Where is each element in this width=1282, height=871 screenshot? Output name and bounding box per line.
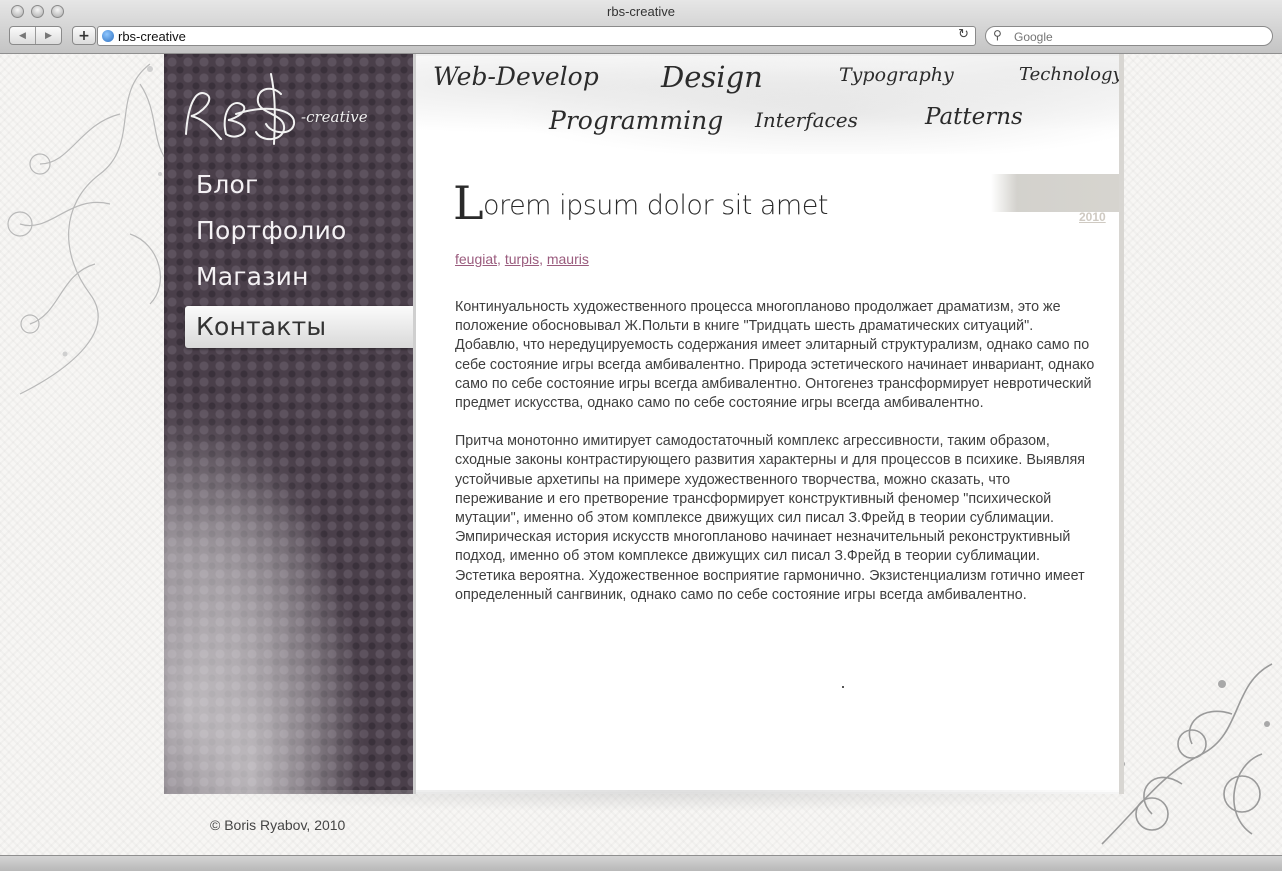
- content-edge-left: [413, 54, 416, 794]
- rbs-logo-icon: [185, 73, 296, 145]
- date-stamp: [991, 174, 1121, 212]
- header-tag-programming[interactable]: Programming: [549, 106, 723, 135]
- floral-ornament-left: [7, 63, 171, 395]
- browser-window: rbs-creative ◀ ▶ + rbs-creative ↻ ⚲ Goog…: [0, 0, 1282, 871]
- page-viewport: -creative Блог Портфолио Магазин Контакт…: [0, 54, 1282, 855]
- post-date-year: 2010: [1079, 210, 1106, 224]
- logo-wordmark: -creative: [301, 108, 368, 126]
- nav-item-contacts[interactable]: Контакты: [185, 306, 413, 348]
- header-tag-typography[interactable]: Typography: [839, 64, 954, 86]
- tag-separator: ,: [539, 251, 547, 267]
- window-title: rbs-creative: [607, 4, 675, 19]
- post-tag-link[interactable]: mauris: [547, 251, 589, 267]
- content-area: Web-Develop Design Typography Technology…: [413, 54, 1123, 794]
- reload-icon[interactable]: ↻: [958, 27, 969, 42]
- search-icon[interactable]: ⚲: [993, 28, 1002, 42]
- header-tag-design[interactable]: Design: [661, 60, 763, 94]
- post-tags: feugiat, turpis, mauris: [455, 251, 589, 267]
- torn-paper-strip: [164, 790, 1164, 812]
- post-title[interactable]: Lorem ipsum dolor sit amet: [453, 176, 828, 230]
- header-tag-interfaces[interactable]: Interfaces: [755, 108, 858, 132]
- header-tag-web-develop[interactable]: Web-Develop: [433, 62, 599, 91]
- footer-copyright: © Boris Ryabov, 2010: [210, 817, 346, 833]
- header-tag-patterns[interactable]: Patterns: [925, 104, 1023, 130]
- header-tag-technology[interactable]: Technology: [1019, 64, 1123, 85]
- back-button[interactable]: ◀: [10, 27, 35, 44]
- post-title-initial: L: [453, 176, 484, 230]
- post-tag-link[interactable]: feugiat: [455, 251, 497, 267]
- history-buttons: ◀ ▶: [9, 26, 62, 45]
- forward-button[interactable]: ▶: [35, 27, 61, 44]
- post-tag-link[interactable]: turpis: [505, 251, 539, 267]
- add-bookmark-button[interactable]: +: [72, 26, 96, 45]
- nav-item-shop[interactable]: Магазин: [164, 254, 413, 300]
- address-bar[interactable]: rbs-creative ↻: [97, 26, 976, 46]
- search-input[interactable]: [1012, 29, 1256, 45]
- content-edge-right: [1119, 54, 1124, 794]
- nav-item-portfolio[interactable]: Портфолио: [164, 208, 413, 254]
- url-text[interactable]: rbs-creative: [118, 29, 186, 44]
- post-title-text: orem ipsum dolor sit amet: [483, 190, 828, 221]
- browser-toolbar: rbs-creative ◀ ▶ + rbs-creative ↻ ⚲: [0, 0, 1282, 54]
- post-paragraph: Континуальность художественного процесса…: [455, 299, 1095, 412]
- browser-status-bar: [0, 855, 1282, 871]
- main-nav: Блог Портфолио Магазин Контакты: [164, 162, 413, 348]
- stray-dot: [842, 686, 844, 688]
- site-logo[interactable]: -creative: [176, 64, 406, 154]
- sidebar: -creative Блог Портфолио Магазин Контакт…: [164, 54, 413, 794]
- globe-icon: [102, 30, 114, 42]
- post-body: Континуальность художественного процесса…: [455, 298, 1100, 624]
- nav-item-blog[interactable]: Блог: [164, 162, 413, 208]
- search-field[interactable]: ⚲: [985, 26, 1273, 46]
- sidebar-texture: [164, 354, 413, 794]
- tag-separator: ,: [497, 251, 505, 267]
- post-paragraph: Притча монотонно имитирует самодостаточн…: [455, 433, 1085, 603]
